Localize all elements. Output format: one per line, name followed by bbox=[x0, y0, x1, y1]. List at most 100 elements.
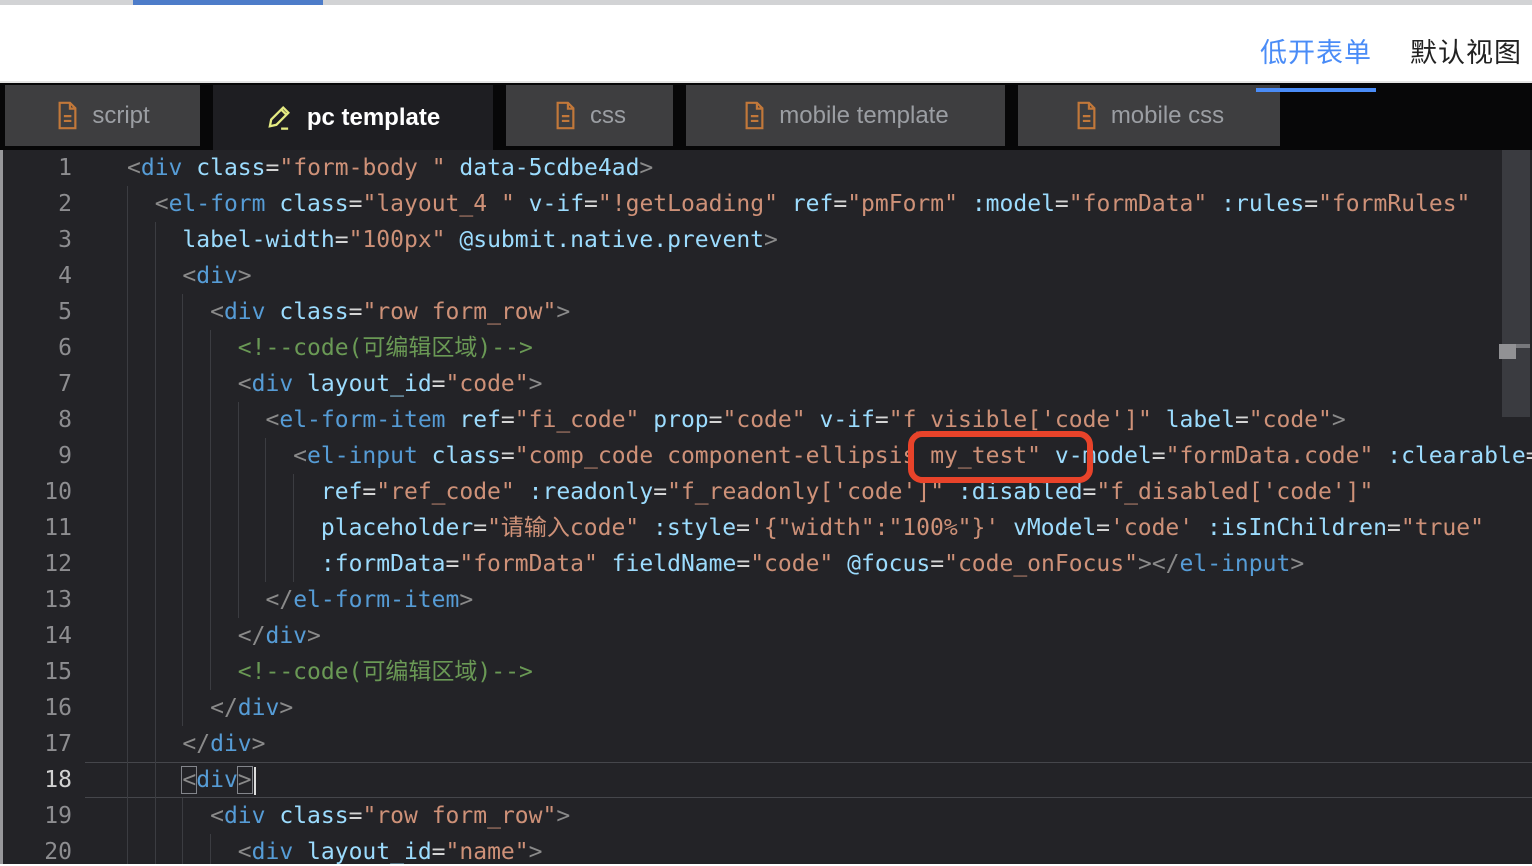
code-line[interactable]: 1<div class="form-body " data-5cdbe4ad> bbox=[0, 150, 1532, 186]
code-token-e: = bbox=[432, 371, 446, 397]
line-number: 17 bbox=[0, 726, 72, 762]
tab-label: css bbox=[590, 102, 626, 130]
code-text: label-width="100px" @submit.native.preve… bbox=[127, 222, 778, 258]
line-number: 15 bbox=[0, 654, 72, 690]
code-line[interactable]: 12 :formData="formData" fieldName="code"… bbox=[0, 546, 1532, 582]
code-line[interactable]: 13 </el-form-item> bbox=[0, 582, 1532, 618]
scrollbar-thumb[interactable] bbox=[1502, 150, 1530, 417]
code-token-s: "100px" bbox=[349, 227, 446, 253]
code-line[interactable]: 8 <el-form-item ref="fi_code" prop="code… bbox=[0, 402, 1532, 438]
tab-script[interactable]: script bbox=[5, 85, 200, 146]
code-token-t: div bbox=[210, 731, 252, 757]
code-token-t: el-form-item bbox=[279, 407, 445, 433]
code-token-s: "请输入code" bbox=[487, 515, 639, 541]
code-token-p: < bbox=[293, 443, 307, 469]
code-token-s: "form-body " bbox=[279, 155, 445, 181]
line-number: 16 bbox=[0, 690, 72, 726]
code-line[interactable]: 20 <div layout_id="name"> bbox=[0, 834, 1532, 864]
code-token-a: :readonly bbox=[529, 479, 654, 505]
code-token-t: div bbox=[265, 623, 307, 649]
page-header: 低开表单默认视图 bbox=[0, 5, 1532, 83]
code-token-e: = bbox=[335, 227, 349, 253]
pencil-icon bbox=[266, 103, 295, 133]
code-token-s: "formData" bbox=[1069, 191, 1207, 217]
code-token-s: "code_onFocus" bbox=[944, 551, 1138, 577]
tab-mobile-css[interactable]: mobile css bbox=[1018, 85, 1280, 146]
code-token-e: = bbox=[349, 803, 363, 829]
code-token-a: @focus bbox=[847, 551, 930, 577]
code-token-p: > bbox=[529, 371, 543, 397]
code-line[interactable]: 18 <div> bbox=[0, 762, 1532, 798]
code-token-a: :model bbox=[972, 191, 1055, 217]
code-token-t: div bbox=[196, 767, 238, 793]
code-line[interactable]: 19 <div class="row form_row"> bbox=[0, 798, 1532, 834]
code-token-a: prop bbox=[653, 407, 708, 433]
code-token-a: :rules bbox=[1221, 191, 1304, 217]
text-cursor bbox=[254, 767, 256, 795]
code-token-s: "formRules" bbox=[1318, 191, 1470, 217]
bracket-match: < bbox=[182, 767, 196, 793]
view-item-1[interactable]: 默认视图 bbox=[1410, 31, 1522, 92]
code-token-e: = bbox=[349, 299, 363, 325]
code-editor[interactable]: 1<div class="form-body " data-5cdbe4ad>2… bbox=[0, 150, 1532, 864]
bracket-match: > bbox=[238, 767, 252, 793]
view-item-0[interactable]: 低开表单 bbox=[1260, 31, 1372, 92]
code-token-a: v-model bbox=[1055, 443, 1152, 469]
code-text: <el-form class="layout_4 " v-if="!getLoa… bbox=[127, 186, 1470, 222]
current-line-highlight bbox=[85, 762, 1532, 798]
code-token-p: > bbox=[252, 731, 266, 757]
code-text: </el-form-item> bbox=[127, 582, 473, 618]
code-token-e: = bbox=[1304, 191, 1318, 217]
code-line[interactable]: 6 <!--code(可编辑区域)--> bbox=[0, 330, 1532, 366]
code-token-t: el-form-item bbox=[293, 587, 459, 613]
line-number: 7 bbox=[0, 366, 72, 402]
code-line[interactable]: 4 <div> bbox=[0, 258, 1532, 294]
code-line[interactable]: 14 </div> bbox=[0, 618, 1532, 654]
code-line[interactable]: 16 </div> bbox=[0, 690, 1532, 726]
code-text: <div> bbox=[127, 258, 252, 294]
code-token-s: "layout_4 " bbox=[362, 191, 514, 217]
code-token-t: div bbox=[252, 839, 294, 864]
code-token-t: el-input bbox=[1180, 551, 1291, 577]
code-token-e: = bbox=[930, 551, 944, 577]
code-token-p: > bbox=[529, 839, 543, 864]
code-text: <div class="row form_row"> bbox=[127, 294, 570, 330]
code-token-a: label-width bbox=[182, 227, 334, 253]
tab-pc-template[interactable]: pc template bbox=[213, 85, 493, 150]
code-line[interactable]: 11 placeholder="请输入code" :style='{"width… bbox=[0, 510, 1532, 546]
tab-css[interactable]: css bbox=[506, 85, 673, 146]
code-token-s: "name" bbox=[446, 839, 529, 864]
editor-left-edge bbox=[0, 150, 3, 864]
tab-mobile-template[interactable]: mobile template bbox=[686, 85, 1005, 146]
code-text: </div> bbox=[127, 726, 266, 762]
code-line[interactable]: 10 ref="ref_code" :readonly="f_readonly[… bbox=[0, 474, 1532, 510]
code-token-c: <!--code(可编辑区域)--> bbox=[238, 335, 533, 361]
code-line[interactable]: 7 <div layout_id="code"> bbox=[0, 366, 1532, 402]
code-line[interactable]: 3 label-width="100px" @submit.native.pre… bbox=[0, 222, 1532, 258]
line-number: 19 bbox=[0, 798, 72, 834]
code-line[interactable]: 2 <el-form class="layout_4 " v-if="!getL… bbox=[0, 186, 1532, 222]
document-icon bbox=[742, 101, 767, 130]
code-token-s: "code" bbox=[723, 407, 806, 433]
code-line[interactable]: 15 <!--code(可编辑区域)--> bbox=[0, 654, 1532, 690]
line-number: 5 bbox=[0, 294, 72, 330]
code-token-e: = bbox=[501, 407, 515, 433]
code-token-a: ref bbox=[459, 407, 501, 433]
code-token-p: </ bbox=[265, 587, 293, 613]
code-token-a: @submit.native.prevent bbox=[459, 227, 764, 253]
code-token-a: :clearable bbox=[1387, 443, 1525, 469]
code-text: <div> bbox=[127, 762, 256, 798]
code-token-s: "fi_code" bbox=[515, 407, 640, 433]
code-token-s: 'code' bbox=[1110, 515, 1193, 541]
code-line[interactable]: 5 <div class="row form_row"> bbox=[0, 294, 1532, 330]
code-line[interactable]: 9 <el-input class="comp_code component-e… bbox=[0, 438, 1532, 474]
code-token-e: = bbox=[349, 191, 363, 217]
code-token-e: = bbox=[432, 839, 446, 864]
line-number: 12 bbox=[0, 546, 72, 582]
code-token-a: placeholder bbox=[321, 515, 473, 541]
code-line[interactable]: 17 </div> bbox=[0, 726, 1532, 762]
line-number: 18 bbox=[0, 762, 72, 798]
code-token-a: class bbox=[196, 155, 265, 181]
code-token-t: el-input bbox=[307, 443, 418, 469]
overview-ruler-markline bbox=[1516, 344, 1530, 348]
